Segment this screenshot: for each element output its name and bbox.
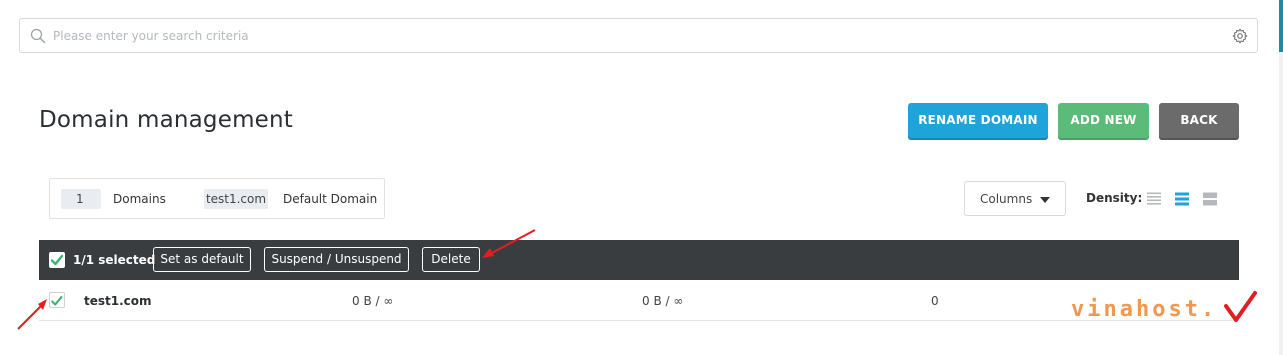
scrollbar-track[interactable]	[1279, 0, 1283, 355]
table-row[interactable]: test1.com 0 B / ∞ 0 B / ∞ 0	[39, 281, 1239, 321]
disk-usage-cell: 0 B / ∞	[352, 294, 394, 308]
caret-down-icon	[1040, 197, 1050, 203]
search-input[interactable]	[51, 25, 1211, 47]
density-label: Density:	[1086, 191, 1143, 205]
select-all-checkbox[interactable]	[49, 252, 65, 268]
rename-domain-button[interactable]: RENAME DOMAIN	[908, 103, 1048, 138]
page-title: Domain management	[39, 107, 294, 133]
domain-summary: 1 Domains test1.com Default Domain	[49, 178, 385, 219]
add-new-button[interactable]: ADD NEW	[1058, 103, 1149, 138]
density-compact-icon[interactable]	[1146, 191, 1162, 207]
delete-button[interactable]: Delete	[422, 247, 480, 272]
search-bar[interactable]	[19, 18, 1258, 53]
columns-label: Columns	[980, 191, 1033, 206]
search-icon	[30, 28, 46, 44]
selection-count: 1/1 selected	[73, 253, 156, 267]
bandwidth-cell: 0 B / ∞	[642, 294, 684, 308]
back-button[interactable]: BACK	[1159, 103, 1239, 138]
domain-count-label: Domains	[113, 192, 166, 206]
domain-count-badge: 1	[61, 189, 101, 209]
row-checkbox[interactable]	[49, 292, 65, 308]
density-comfortable-icon[interactable]	[1202, 191, 1218, 207]
checkmark-icon	[1224, 291, 1257, 322]
domain-name[interactable]: test1.com	[84, 294, 152, 308]
suspend-unsuspend-button[interactable]: Suspend / Unsuspend	[264, 247, 409, 272]
scrollbar-thumb[interactable]	[1279, 0, 1283, 52]
annotation-arrow-checkbox	[17, 299, 47, 330]
default-domain-label: Default Domain	[283, 192, 378, 206]
set-default-button[interactable]: Set as default	[153, 247, 251, 272]
checkmark-icon	[51, 296, 63, 306]
density-medium-icon[interactable]	[1174, 191, 1190, 207]
checkmark-icon	[50, 254, 64, 266]
vinahost-watermark: vinahost.	[1071, 297, 1218, 322]
count-cell: 0	[931, 294, 939, 308]
default-domain-chip: test1.com	[204, 189, 268, 209]
columns-dropdown[interactable]: Columns	[964, 181, 1066, 216]
annotation-arrow-delete	[482, 229, 536, 258]
gear-icon[interactable]	[1232, 28, 1248, 44]
bulk-action-bar: 1/1 selected Set as default Suspend / Un…	[39, 240, 1239, 280]
